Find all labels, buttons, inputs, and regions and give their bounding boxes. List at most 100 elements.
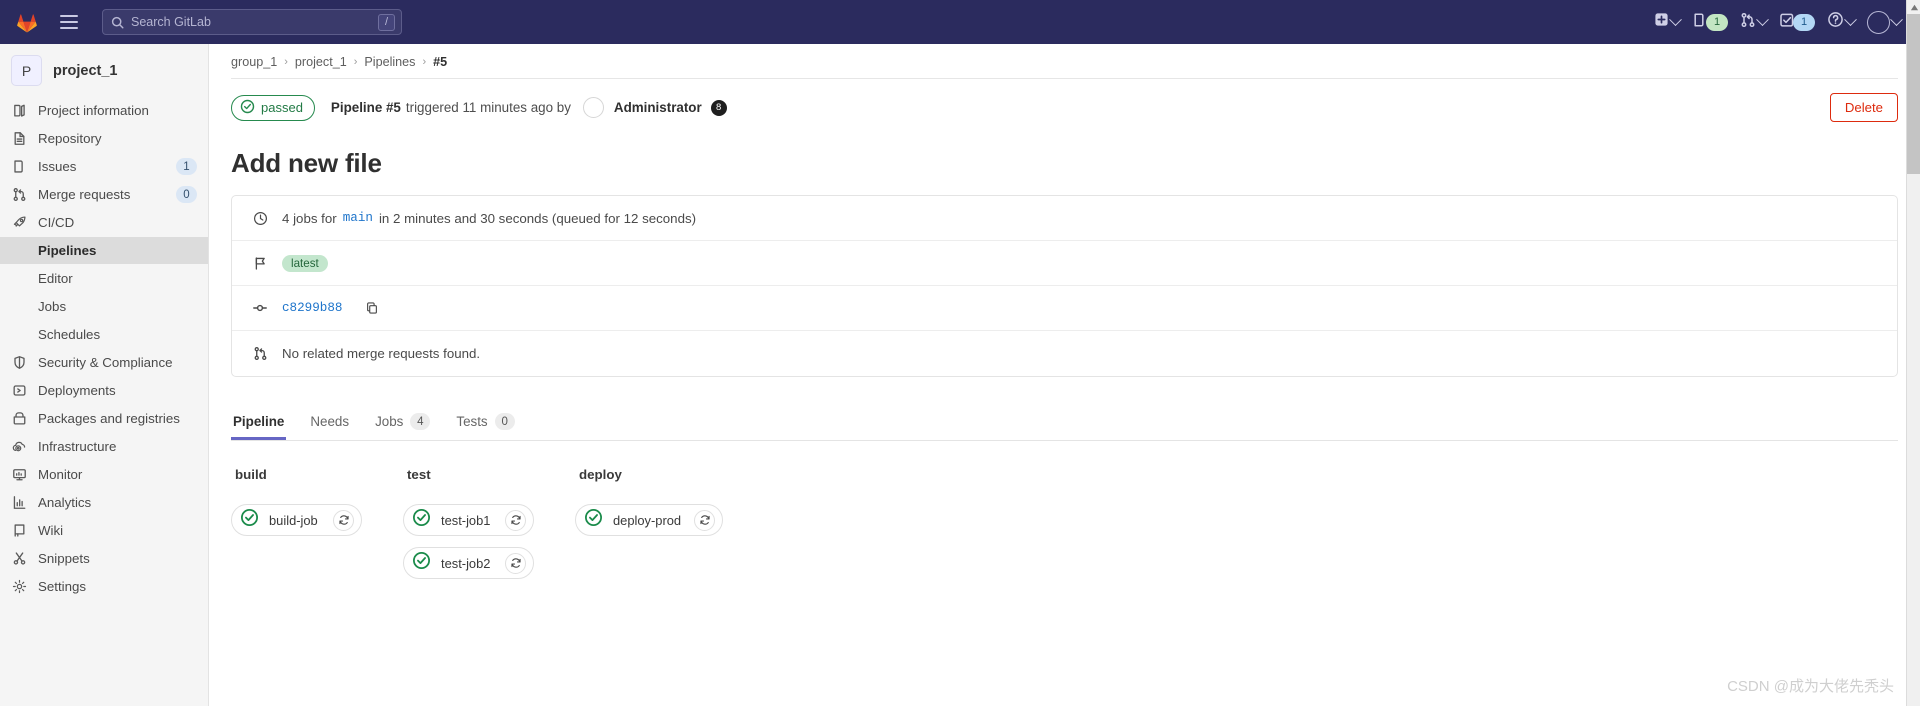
- sidebar-item-merge-requests[interactable]: Merge requests 0: [0, 181, 208, 208]
- job-name: test-job2: [441, 555, 491, 571]
- gitlab-logo-icon[interactable]: [10, 7, 44, 37]
- chevron-down-icon: [1756, 12, 1769, 26]
- tab-needs[interactable]: Needs: [308, 403, 351, 440]
- status-badge[interactable]: passed: [231, 94, 315, 121]
- pipeline-jobs-summary-row: 4 jobs for main in 2 minutes and 30 seco…: [232, 196, 1897, 241]
- duration-text: in 2 minutes and 30 seconds (queued for …: [378, 210, 697, 226]
- job-test-job1[interactable]: test-job1: [403, 504, 534, 536]
- pipeline-trigger-info: Pipeline #5 triggered 11 minutes ago by …: [331, 97, 727, 118]
- issues-nav-button[interactable]: 1: [1687, 7, 1733, 37]
- sidebar-item-label: Snippets: [38, 551, 90, 566]
- retry-icon[interactable]: [333, 509, 354, 531]
- search-shortcut-key: /: [378, 13, 395, 31]
- job-build-job[interactable]: build-job: [231, 504, 362, 536]
- delete-button[interactable]: Delete: [1829, 93, 1898, 122]
- merge-requests-nav-button[interactable]: [1735, 7, 1772, 37]
- sidebar-item-label: CI/CD: [38, 215, 75, 230]
- page-scrollbar[interactable]: [1906, 0, 1920, 706]
- package-icon: [11, 411, 27, 427]
- sidebar-item-monitor[interactable]: Monitor: [0, 461, 208, 488]
- check-circle-icon: [412, 551, 431, 575]
- scrollbar-thumb[interactable]: [1907, 14, 1920, 174]
- retry-icon[interactable]: [505, 552, 526, 574]
- job-deploy-prod[interactable]: deploy-prod: [575, 504, 723, 536]
- sidebar-item-settings[interactable]: Settings: [0, 573, 208, 600]
- top-navbar: / 1: [0, 0, 1920, 44]
- breadcrumb-item-pipelines[interactable]: Pipelines: [364, 55, 415, 69]
- search-input[interactable]: [124, 15, 378, 29]
- retry-icon[interactable]: [694, 509, 715, 531]
- sidebar-item-project-information[interactable]: Project information: [0, 97, 208, 124]
- chevron-down-icon: [1890, 12, 1903, 26]
- project-avatar: P: [11, 55, 42, 86]
- todos-nav-button[interactable]: 1: [1774, 7, 1820, 37]
- pipeline-stage-test: test test-job1 test-job2: [403, 467, 575, 590]
- breadcrumb-item-project[interactable]: project_1: [295, 55, 347, 69]
- sidebar-item-issues[interactable]: Issues 1: [0, 153, 208, 180]
- project-information-icon: [11, 103, 27, 119]
- project-sidebar: P project_1 Project information Reposito…: [0, 44, 209, 706]
- sidebar-item-editor[interactable]: Editor: [0, 265, 208, 292]
- sidebar-item-snippets[interactable]: Snippets: [0, 545, 208, 572]
- tab-pipeline[interactable]: Pipeline: [231, 403, 286, 440]
- breadcrumb-item-group[interactable]: group_1: [231, 55, 277, 69]
- sidebar-subitem-label: Editor: [38, 271, 73, 286]
- job-name: build-job: [269, 512, 318, 528]
- sidebar-item-repository[interactable]: Repository: [0, 125, 208, 152]
- pipeline-stage-deploy: deploy deploy-prod: [575, 467, 747, 590]
- search-icon: [111, 16, 124, 29]
- hamburger-menu-icon[interactable]: [52, 6, 86, 38]
- pipeline-info-card: 4 jobs for main in 2 minutes and 30 seco…: [231, 195, 1898, 377]
- sidebar-item-label: Security & Compliance: [38, 355, 173, 370]
- scroll-up-arrow-icon[interactable]: [1907, 0, 1920, 14]
- job-name: deploy-prod: [613, 512, 682, 528]
- sidebar-item-jobs[interactable]: Jobs: [0, 293, 208, 320]
- latest-tag: latest: [282, 254, 328, 272]
- job-test-job2[interactable]: test-job2: [403, 547, 534, 579]
- chevron-down-icon: [1669, 12, 1682, 26]
- sidebar-subitem-label: Schedules: [38, 327, 101, 342]
- retry-icon[interactable]: [505, 509, 526, 531]
- tab-jobs[interactable]: Jobs 4: [373, 403, 432, 440]
- tab-label: Needs: [310, 414, 350, 429]
- sidebar-item-count: 1: [176, 158, 197, 175]
- tab-label: Jobs: [375, 414, 404, 429]
- help-question-icon: [1827, 11, 1844, 33]
- branch-ref-link[interactable]: main: [343, 211, 373, 225]
- shield-icon: [11, 355, 27, 371]
- commit-sha-link[interactable]: c8299b88: [282, 301, 342, 315]
- user-menu-button[interactable]: [1862, 7, 1906, 37]
- tab-label: Tests: [456, 414, 488, 429]
- breadcrumb-separator-icon: ›: [353, 56, 358, 68]
- copy-to-clipboard-icon[interactable]: [365, 301, 379, 315]
- sidebar-item-deployments[interactable]: Deployments: [0, 377, 208, 404]
- sidebar-item-wiki[interactable]: Wiki: [0, 517, 208, 544]
- help-nav-button[interactable]: [1822, 7, 1860, 37]
- check-circle-icon: [240, 99, 255, 117]
- sidebar-item-label: Issues: [38, 159, 77, 174]
- sidebar-item-label: Packages and registries: [38, 411, 180, 426]
- new-item-button[interactable]: [1649, 7, 1685, 37]
- sidebar-item-security-compliance[interactable]: Security & Compliance: [0, 349, 208, 376]
- commit-icon: [252, 300, 268, 316]
- search-input-wrapper[interactable]: /: [102, 9, 402, 35]
- sidebar-item-cicd[interactable]: CI/CD: [0, 209, 208, 236]
- pipeline-commit-row: c8299b88: [232, 286, 1897, 331]
- sidebar-item-packages-registries[interactable]: Packages and registries: [0, 405, 208, 432]
- pipeline-latest-row: latest: [232, 241, 1897, 286]
- user-badge: 8: [710, 99, 727, 116]
- sidebar-project-header[interactable]: P project_1: [0, 44, 208, 97]
- avatar[interactable]: [582, 97, 604, 118]
- pipeline-user-name[interactable]: Administrator: [614, 100, 702, 115]
- todos-count-badge: 1: [1793, 13, 1815, 31]
- stage-name: test: [407, 467, 431, 482]
- chevron-down-icon: [1844, 12, 1857, 26]
- pipeline-graph: build build-job test test-job1 test-job2…: [209, 441, 1920, 590]
- sidebar-item-schedules[interactable]: Schedules: [0, 321, 208, 348]
- pipeline-trigger-text: triggered 11 minutes ago by: [405, 100, 571, 115]
- sidebar-item-pipelines[interactable]: Pipelines: [0, 237, 208, 264]
- stage-name: build: [235, 467, 267, 482]
- sidebar-item-infrastructure[interactable]: Infrastructure: [0, 433, 208, 460]
- tab-tests[interactable]: Tests 0: [454, 403, 516, 440]
- sidebar-item-analytics[interactable]: Analytics: [0, 489, 208, 516]
